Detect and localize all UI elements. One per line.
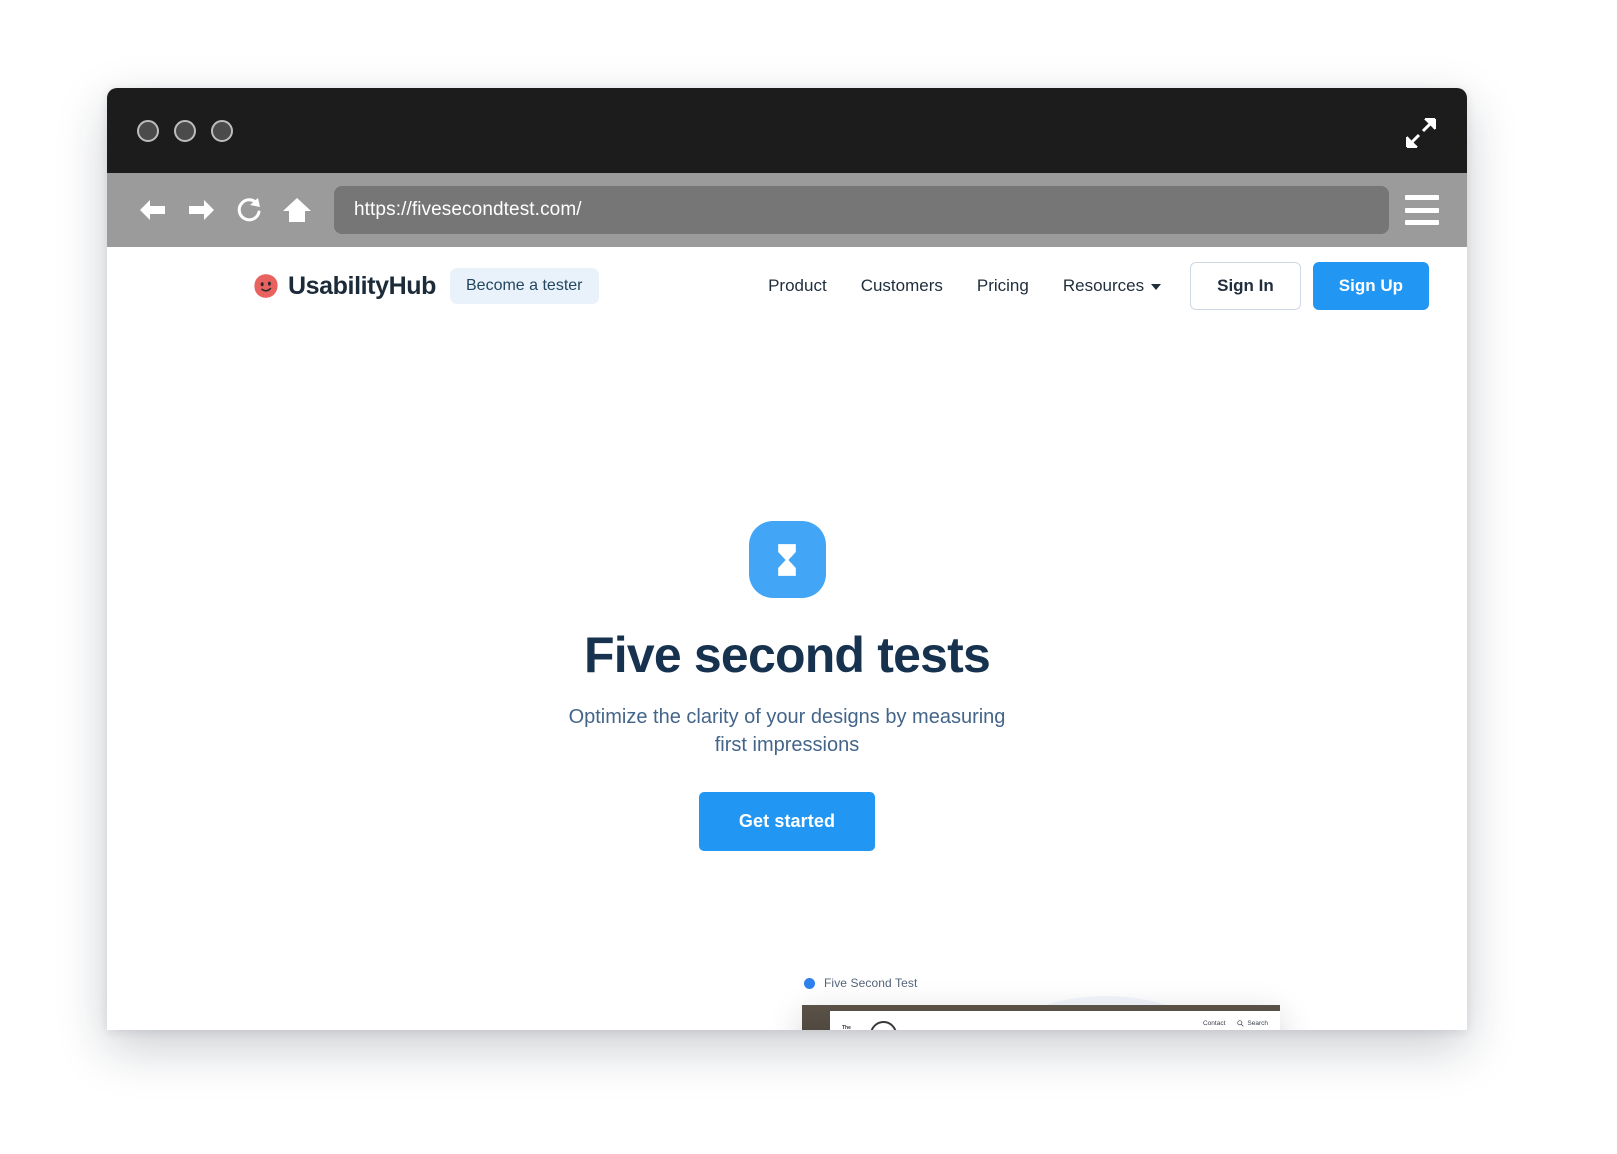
- hero-section: Five second tests Optimize the clarity o…: [107, 325, 1467, 852]
- hero-subtitle: Optimize the clarity of your designs by …: [568, 706, 1006, 756]
- sign-in-button[interactable]: Sign In: [1190, 262, 1301, 310]
- get-started-button[interactable]: Get started: [698, 792, 876, 852]
- chevron-down-icon: [1151, 284, 1162, 290]
- brand-name: UsabilityHub: [288, 271, 436, 300]
- embedded-screenshot[interactable]: The power of humanity Get help Get invol…: [802, 1005, 1280, 1030]
- nav-item-pricing-label: Pricing: [976, 276, 1029, 295]
- page-viewport: UsabilityHub Become a tester Product Cus…: [107, 247, 1467, 1030]
- lower-section: Five second tests Optimize the clarity o…: [107, 859, 1467, 1030]
- hero-title: Five second tests: [583, 627, 991, 683]
- nav-item-product-label: Product: [768, 276, 827, 295]
- nav-item-pricing[interactable]: Pricing: [960, 276, 1046, 296]
- embedded-search[interactable]: Search: [1237, 1020, 1268, 1027]
- close-window-button[interactable]: [137, 119, 159, 142]
- nav-item-product[interactable]: Product: [751, 276, 844, 296]
- brand-logo[interactable]: UsabilityHub: [253, 272, 436, 301]
- hourglass-icon: [748, 521, 826, 598]
- url-bar[interactable]: https://fivesecondtest.com/: [334, 186, 1389, 234]
- browser-titlebar: [107, 88, 1467, 173]
- nav-item-resources[interactable]: Resources: [1046, 276, 1178, 296]
- minimize-window-button[interactable]: [174, 119, 196, 142]
- url-text: https://fivesecondtest.com/: [354, 199, 582, 220]
- site-navigation: UsabilityHub Become a tester Product Cus…: [107, 247, 1467, 325]
- embedded-utility-contact[interactable]: Contact: [1203, 1020, 1225, 1027]
- red-cross-seal-icon: [870, 1021, 898, 1030]
- nav-item-customers-label: Customers: [860, 276, 943, 295]
- preview-label-text: Five Second Test: [824, 976, 918, 990]
- forward-arrow-icon[interactable]: [177, 190, 225, 230]
- usabilityhub-blob-face-logo: [253, 273, 279, 299]
- red-cross-logo-text: The power of humanity: [842, 1025, 864, 1030]
- back-arrow-icon[interactable]: [129, 190, 177, 230]
- home-icon[interactable]: [273, 190, 321, 230]
- maximize-window-button[interactable]: [211, 119, 233, 142]
- nav-item-customers[interactable]: Customers: [844, 276, 960, 296]
- embedded-page-utility-nav: Contact Search: [1203, 1020, 1268, 1027]
- nav-right-group: Product Customers Pricing Resources Sign…: [751, 262, 1429, 310]
- become-a-tester-button[interactable]: Become a tester: [450, 268, 599, 304]
- nav-item-resources-label: Resources: [1062, 276, 1145, 295]
- reload-icon[interactable]: [225, 190, 273, 230]
- preview-label: Five Second Test: [804, 976, 1346, 990]
- blue-dot-icon: [804, 977, 815, 989]
- red-cross-logo: The power of humanity: [842, 1021, 898, 1030]
- browser-toolbar: https://fivesecondtest.com/: [107, 173, 1467, 247]
- preview-card: Five Second Test The power of humanity: [786, 976, 1346, 1030]
- traffic-lights: [137, 119, 233, 142]
- sign-up-button[interactable]: Sign Up: [1312, 262, 1429, 310]
- browser-window: https://fivesecondtest.com/ UsabilityHub: [107, 88, 1467, 1030]
- embedded-page-header: The power of humanity Get help Get invol…: [830, 1011, 1280, 1030]
- embedded-utility-search-label: Search: [1247, 1020, 1268, 1027]
- search-icon: [1237, 1020, 1244, 1027]
- logo-line-1: The: [842, 1025, 851, 1030]
- hamburger-menu-icon[interactable]: [1405, 195, 1439, 225]
- expand-fullscreen-icon[interactable]: [1405, 117, 1437, 149]
